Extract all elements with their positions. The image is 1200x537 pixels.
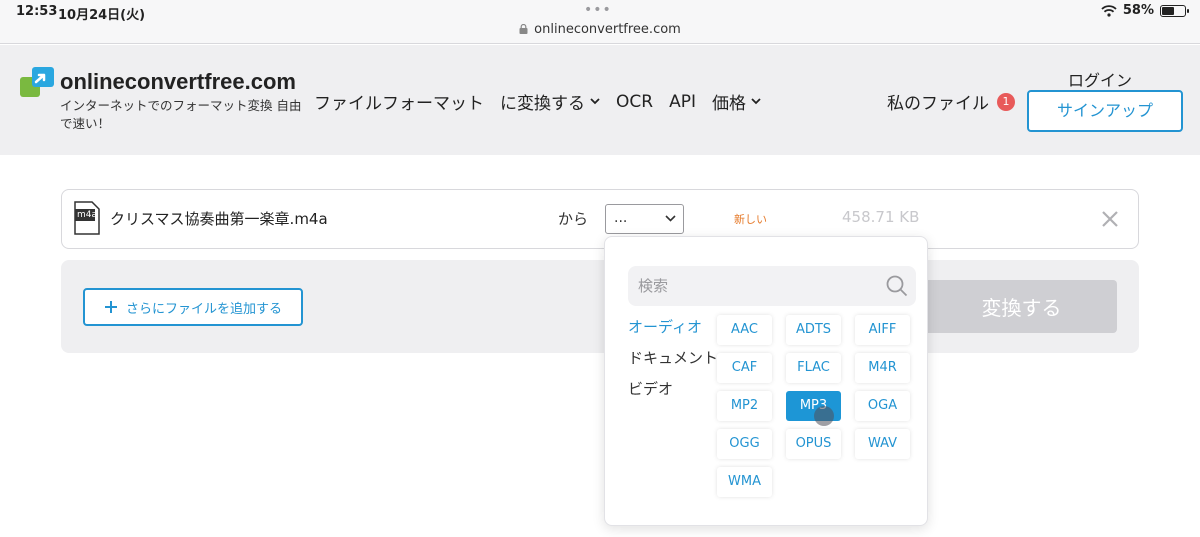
add-more-label: さらにファイルを追加する — [125, 301, 282, 317]
status-bar: 12:53 10月24日(火) ••• onlineconvertfree.co… — [0, 0, 1200, 44]
format-option-wma[interactable]: WMA — [717, 467, 772, 497]
convert-button[interactable]: 変換する — [906, 280, 1117, 333]
nav-label: ファイルフォーマット — [314, 94, 484, 114]
login-link[interactable]: ログイン — [1068, 67, 1132, 91]
touch-pointer — [814, 406, 834, 426]
format-category[interactable]: ビデオ — [628, 379, 718, 400]
format-option-caf[interactable]: CAF — [717, 353, 772, 383]
wifi-icon — [1101, 4, 1117, 17]
format-option-aac[interactable]: AAC — [717, 315, 772, 345]
chevron-down-icon — [751, 98, 761, 105]
format-category[interactable]: オーディオ — [628, 317, 718, 338]
main-nav: ファイルフォーマット に変換する OCR API 価格 — [314, 89, 777, 114]
file-type-label: m4a — [77, 210, 98, 220]
nav-convert-to[interactable]: に変換する — [500, 89, 600, 114]
nav-ocr[interactable]: OCR — [616, 92, 653, 112]
format-option-aiff[interactable]: AIFF — [855, 315, 910, 345]
format-option-m4r[interactable]: M4R — [855, 353, 910, 383]
nav-pricing[interactable]: 価格 — [712, 89, 761, 114]
brand-name[interactable]: onlineconvertfree.com — [60, 69, 296, 95]
format-option-opus[interactable]: OPUS — [786, 429, 841, 459]
target-format-value: ... — [614, 210, 628, 226]
chevron-down-icon — [590, 98, 600, 105]
battery-level — [1162, 6, 1175, 15]
logo-icon[interactable] — [20, 67, 54, 97]
format-option-oga[interactable]: OGA — [855, 391, 910, 421]
format-option-ogg[interactable]: OGG — [717, 429, 772, 459]
file-name: クリスマス協奏曲第一楽章.m4a — [110, 210, 328, 228]
plus-icon — [104, 301, 117, 313]
nav-label: OCR — [616, 91, 654, 112]
battery-percent: 58% — [1122, 3, 1154, 18]
target-format-select[interactable]: ... — [605, 204, 684, 234]
status-indicators: 58% — [1101, 3, 1189, 18]
address-bar[interactable]: onlineconvertfree.com — [0, 22, 1200, 37]
url-text: onlineconvertfree.com — [534, 22, 681, 37]
new-tag: 新しい — [734, 213, 767, 226]
format-dropdown: オーディオドキュメントビデオ AACADTSAIFFCAFFLACM4RMP2M… — [604, 236, 928, 526]
actions-panel: さらにファイルを追加する 変換する — [61, 260, 1139, 353]
signup-button[interactable]: サインアップ — [1027, 90, 1183, 132]
my-files-link[interactable]: 私のファイル 1 — [887, 89, 1015, 114]
format-search-box — [628, 266, 916, 306]
site-header: onlineconvertfree.com インターネットでのフォーマット変換 … — [0, 45, 1200, 155]
file-row: m4a クリスマス協奏曲第一楽章.m4a から ... 新しい 458.71 K… — [61, 189, 1139, 249]
my-files-count-badge: 1 — [997, 92, 1015, 111]
file-size: 458.71 KB — [842, 208, 920, 226]
tagline: インターネットでのフォーマット変換 自由で速い！ — [60, 98, 302, 131]
search-icon[interactable] — [886, 275, 908, 297]
nav-label: API — [669, 91, 696, 112]
format-option-flac[interactable]: FLAC — [786, 353, 841, 383]
close-icon[interactable] — [1100, 209, 1120, 229]
format-option-mp2[interactable]: MP2 — [717, 391, 772, 421]
lock-icon — [519, 24, 528, 34]
status-date: 10月24日(火) — [58, 8, 146, 23]
nav-label: 価格 — [711, 94, 746, 114]
tab-overview-dots-icon[interactable]: ••• — [584, 2, 612, 18]
format-option-wav[interactable]: WAV — [855, 429, 910, 459]
format-categories: オーディオドキュメント ビデオ — [628, 317, 718, 410]
nav-file-formats[interactable]: ファイルフォーマット — [314, 89, 484, 114]
format-option-adts[interactable]: ADTS — [786, 315, 841, 345]
from-label: から — [558, 210, 589, 228]
chevron-down-icon — [665, 215, 676, 222]
nav-label: に変換する — [500, 94, 585, 114]
nav-api[interactable]: API — [669, 92, 696, 112]
battery-icon — [1160, 4, 1189, 17]
add-more-files-button[interactable]: さらにファイルを追加する — [83, 288, 303, 326]
format-category[interactable]: ドキュメント — [628, 348, 718, 369]
my-files-label: 私のファイル — [887, 94, 989, 114]
status-time: 12:53 — [16, 4, 58, 19]
format-search-input[interactable] — [638, 274, 868, 298]
